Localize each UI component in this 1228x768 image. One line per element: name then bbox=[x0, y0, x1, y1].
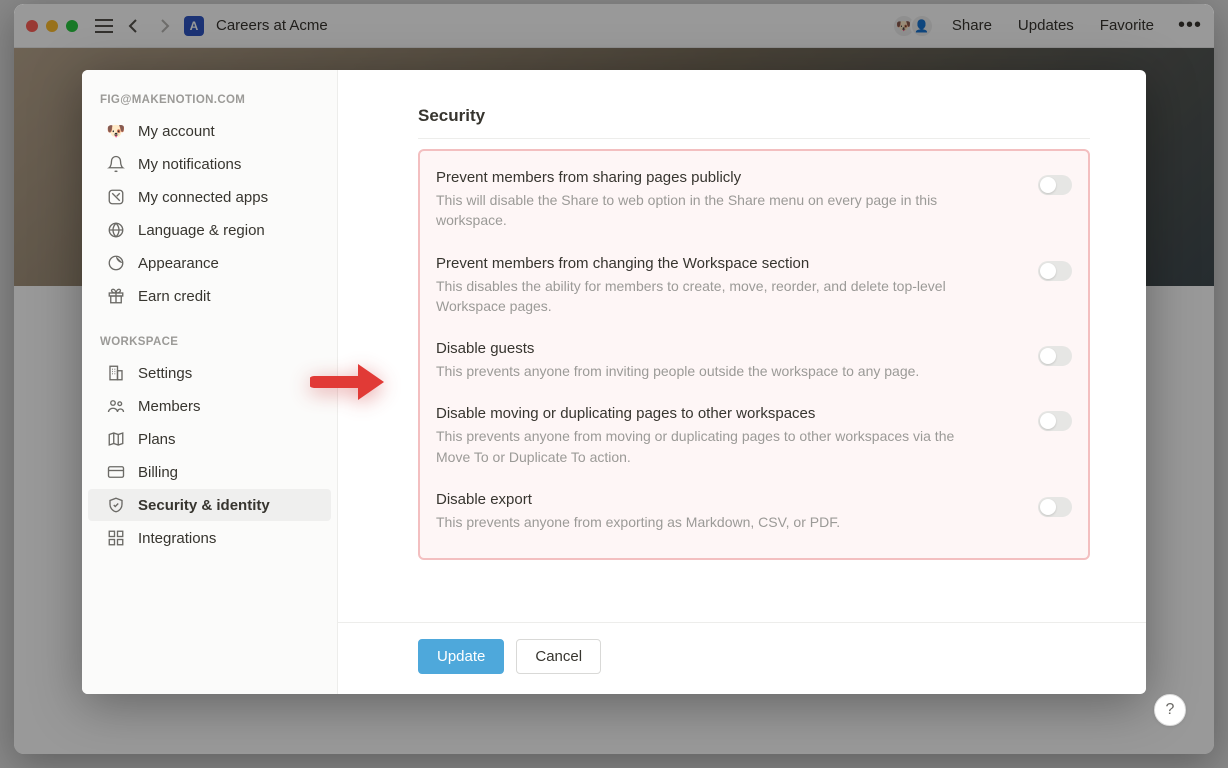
sidebar-item-my-account[interactable]: 🐶 My account bbox=[88, 115, 331, 147]
shield-icon bbox=[106, 495, 126, 515]
favorite-button[interactable]: Favorite bbox=[1092, 17, 1162, 34]
cancel-button[interactable]: Cancel bbox=[516, 639, 601, 674]
sidebar-item-integrations[interactable]: Integrations bbox=[88, 522, 331, 554]
app-icon bbox=[106, 187, 126, 207]
window-controls[interactable] bbox=[26, 20, 78, 32]
section-title-security: Security bbox=[418, 106, 1090, 139]
sidebar-item-label: My notifications bbox=[138, 156, 241, 173]
page-title[interactable]: Careers at Acme bbox=[216, 17, 328, 34]
toggle-disable-guests[interactable] bbox=[1038, 346, 1072, 366]
presence-avatars[interactable]: 🐶 👤 bbox=[892, 14, 934, 38]
option-prevent-workspace-change: Prevent members from changing the Worksp… bbox=[436, 247, 1072, 333]
option-description: This prevents anyone from moving or dupl… bbox=[436, 426, 976, 467]
sidebar-item-settings[interactable]: Settings bbox=[88, 357, 331, 389]
sidebar-item-label: Integrations bbox=[138, 530, 216, 547]
option-title: Disable guests bbox=[436, 340, 1014, 357]
minimize-window-icon[interactable] bbox=[46, 20, 58, 32]
sidebar-item-label: My connected apps bbox=[138, 189, 268, 206]
option-title: Prevent members from changing the Worksp… bbox=[436, 255, 1014, 272]
sidebar-item-language[interactable]: Language & region bbox=[88, 214, 331, 246]
option-description: This prevents anyone from exporting as M… bbox=[436, 512, 976, 532]
sidebar-item-appearance[interactable]: Appearance bbox=[88, 247, 331, 279]
avatar-icon: 🐶 bbox=[106, 121, 126, 141]
sidebar-item-label: Members bbox=[138, 398, 201, 415]
option-title: Disable export bbox=[436, 491, 1014, 508]
settings-main: Security Prevent members from sharing pa… bbox=[338, 70, 1146, 694]
sidebar-item-label: Appearance bbox=[138, 255, 219, 272]
sidebar-item-connected-apps[interactable]: My connected apps bbox=[88, 181, 331, 213]
toggle-disable-move[interactable] bbox=[1038, 411, 1072, 431]
toggle-prevent-public-share[interactable] bbox=[1038, 175, 1072, 195]
settings-footer: Update Cancel bbox=[338, 622, 1146, 694]
sidebar-item-plans[interactable]: Plans bbox=[88, 423, 331, 455]
maximize-window-icon[interactable] bbox=[66, 20, 78, 32]
back-icon[interactable] bbox=[124, 16, 144, 36]
sidebar-item-label: Billing bbox=[138, 464, 178, 481]
option-title: Prevent members from sharing pages publi… bbox=[436, 169, 1014, 186]
sidebar-heading-account: FIG@MAKENOTION.COM bbox=[82, 88, 337, 114]
option-description: This disables the ability for members to… bbox=[436, 276, 976, 317]
toggle-disable-export[interactable] bbox=[1038, 497, 1072, 517]
card-icon bbox=[106, 462, 126, 482]
topbar: A Careers at Acme 🐶 👤 Share Updates Favo… bbox=[14, 4, 1214, 48]
sidebar-item-label: Settings bbox=[138, 365, 192, 382]
option-description: This prevents anyone from inviting peopl… bbox=[436, 361, 976, 381]
map-icon bbox=[106, 429, 126, 449]
update-button[interactable]: Update bbox=[418, 639, 504, 674]
sidebar-item-label: Language & region bbox=[138, 222, 265, 239]
sidebar-item-label: Security & identity bbox=[138, 497, 270, 514]
security-options-highlight: Prevent members from sharing pages publi… bbox=[418, 149, 1090, 560]
option-title: Disable moving or duplicating pages to o… bbox=[436, 405, 1014, 422]
avatar: 👤 bbox=[910, 14, 934, 38]
sidebar-item-notifications[interactable]: My notifications bbox=[88, 148, 331, 180]
option-description: This will disable the Share to web optio… bbox=[436, 190, 976, 231]
bell-icon bbox=[106, 154, 126, 174]
sidebar-item-members[interactable]: Members bbox=[88, 390, 331, 422]
sidebar-item-label: Earn credit bbox=[138, 288, 211, 305]
building-icon bbox=[106, 363, 126, 383]
option-disable-guests: Disable guests This prevents anyone from… bbox=[436, 332, 1072, 397]
sidebar-item-billing[interactable]: Billing bbox=[88, 456, 331, 488]
sidebar-item-label: My account bbox=[138, 123, 215, 140]
help-button[interactable]: ? bbox=[1154, 694, 1186, 726]
sidebar-item-security[interactable]: Security & identity bbox=[88, 489, 331, 521]
close-window-icon[interactable] bbox=[26, 20, 38, 32]
option-prevent-public-share: Prevent members from sharing pages publi… bbox=[436, 155, 1072, 247]
page-icon: A bbox=[184, 16, 204, 36]
sidebar-item-earn-credit[interactable]: Earn credit bbox=[88, 280, 331, 312]
sidebar-heading-workspace: WORKSPACE bbox=[82, 330, 337, 356]
globe-icon bbox=[106, 220, 126, 240]
people-icon bbox=[106, 396, 126, 416]
gift-icon bbox=[106, 286, 126, 306]
moon-icon bbox=[106, 253, 126, 273]
settings-sidebar: FIG@MAKENOTION.COM 🐶 My account My notif… bbox=[82, 70, 338, 694]
settings-modal: FIG@MAKENOTION.COM 🐶 My account My notif… bbox=[82, 70, 1146, 694]
grid-icon bbox=[106, 528, 126, 548]
option-disable-move: Disable moving or duplicating pages to o… bbox=[436, 397, 1072, 483]
toggle-prevent-workspace-change[interactable] bbox=[1038, 261, 1072, 281]
more-icon[interactable]: ••• bbox=[1172, 14, 1202, 37]
forward-icon[interactable] bbox=[154, 16, 174, 36]
updates-button[interactable]: Updates bbox=[1010, 17, 1082, 34]
sidebar-item-label: Plans bbox=[138, 431, 176, 448]
option-disable-export: Disable export This prevents anyone from… bbox=[436, 483, 1072, 548]
app-window: A Careers at Acme 🐶 👤 Share Updates Favo… bbox=[14, 4, 1214, 754]
menu-icon[interactable] bbox=[94, 16, 114, 36]
share-button[interactable]: Share bbox=[944, 17, 1000, 34]
